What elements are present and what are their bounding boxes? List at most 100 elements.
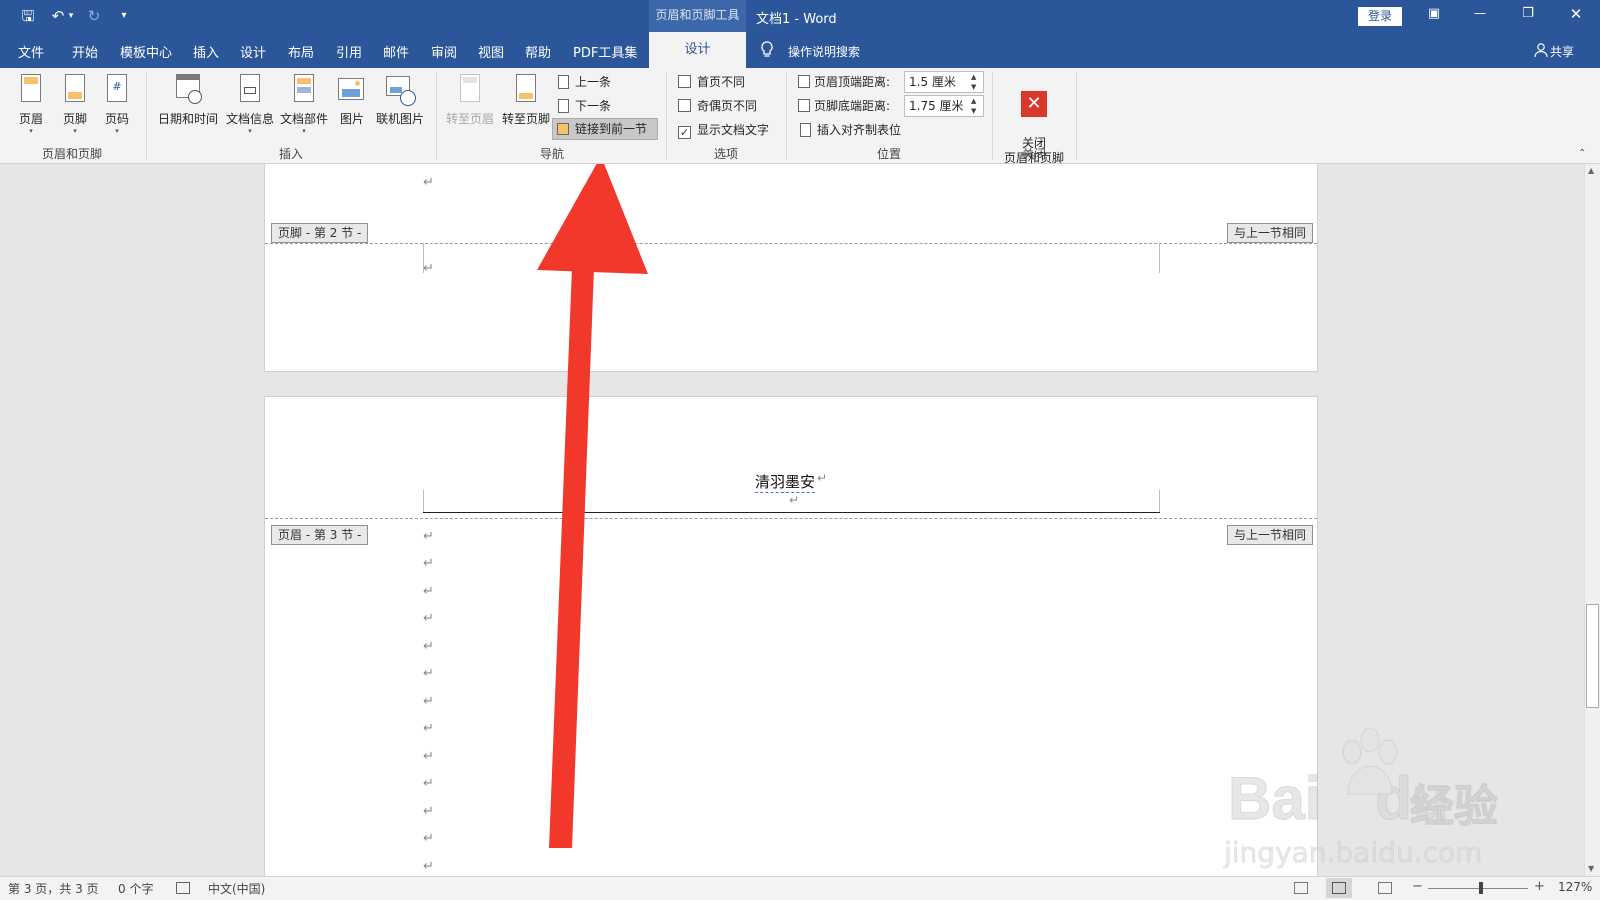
- print-layout-icon-bg[interactable]: [1326, 878, 1352, 898]
- tab-references[interactable]: 引用: [336, 42, 362, 61]
- undo-icon[interactable]: ↶: [48, 6, 68, 26]
- zoom-slider-thumb[interactable]: [1479, 882, 1484, 894]
- tab-pdf-tools[interactable]: PDF工具集: [573, 42, 637, 61]
- date-time-label: 日期和时间: [157, 112, 218, 126]
- goto-header-button[interactable]: 转至页眉: [444, 74, 496, 127]
- header-top-distance-input[interactable]: 1.5 厘米 ▲ ▼: [904, 71, 984, 93]
- redo-icon[interactable]: ↻: [84, 6, 104, 26]
- group-separator: [992, 72, 993, 160]
- link-to-previous-button[interactable]: 链接到前一节: [552, 118, 658, 140]
- scroll-up-icon[interactable]: ▲: [1588, 166, 1594, 175]
- undo-dropdown-icon[interactable]: ▾: [66, 6, 76, 26]
- vertical-scrollbar[interactable]: ▲ ▼: [1584, 164, 1600, 876]
- group-label-header-footer: 页眉和页脚: [41, 147, 102, 161]
- alignment-tab-icon: [800, 123, 811, 137]
- group-label-close: 关闭: [1021, 147, 1046, 161]
- tab-insert[interactable]: 插入: [193, 42, 219, 61]
- save-icon[interactable]: 🖫: [18, 6, 38, 26]
- tab-layout[interactable]: 布局: [288, 42, 314, 61]
- show-document-text-checkbox[interactable]: ✓: [678, 126, 691, 139]
- different-first-page-checkbox[interactable]: [678, 75, 691, 88]
- tab-help[interactable]: 帮助: [525, 42, 551, 61]
- header-icon: [17, 74, 45, 106]
- footer-icon: [61, 74, 89, 106]
- spin-arrows-icon[interactable]: ▲ ▼: [971, 72, 981, 92]
- header-button[interactable]: 页眉 ▾: [16, 74, 46, 135]
- picture-icon: [338, 74, 366, 106]
- tab-mailings[interactable]: 邮件: [383, 42, 409, 61]
- lightbulb-icon: [760, 41, 776, 59]
- minimize-icon[interactable]: —: [1470, 6, 1490, 26]
- ribbon-display-options-icon[interactable]: ▣: [1424, 6, 1444, 26]
- insert-alignment-tab-button[interactable]: 插入对齐制表位: [800, 121, 901, 138]
- login-button[interactable]: 登录: [1358, 7, 1402, 26]
- share-button[interactable]: 共享: [1550, 43, 1574, 60]
- footer-bottom-distance-label-row: 页脚底端距离:: [798, 97, 890, 114]
- page-number-icon: #: [103, 74, 131, 106]
- zoom-slider[interactable]: [1428, 888, 1528, 889]
- header-top-distance-value: 1.5 厘米: [909, 75, 956, 89]
- red-arrow-annotation: [537, 164, 648, 848]
- spin-arrows-icon[interactable]: ▲ ▼: [971, 96, 981, 116]
- tell-me-search[interactable]: 操作说明搜索: [788, 43, 860, 60]
- next-section-button[interactable]: 下一条: [558, 97, 611, 114]
- language-status[interactable]: 中文(中国): [208, 880, 265, 897]
- proofing-icon[interactable]: [176, 882, 190, 894]
- header-top-distance-label-row: 页眉顶端距离:: [798, 73, 890, 90]
- status-bar: 第 3 页，共 3 页 0 个字 中文(中国) − + 127%: [0, 876, 1600, 900]
- tab-review[interactable]: 审阅: [431, 42, 457, 61]
- zoom-out-icon[interactable]: −: [1412, 879, 1423, 894]
- show-document-text-option[interactable]: ✓ 显示文档文字: [678, 121, 769, 139]
- picture-button[interactable]: 图片: [336, 74, 368, 127]
- tab-home[interactable]: 开始: [72, 42, 98, 61]
- footer-bottom-distance-label: 页脚底端距离:: [814, 99, 891, 113]
- next-label: 下一条: [575, 99, 612, 113]
- title-bar: 🖫 ↶ ▾ ↻ ▾ 页眉和页脚工具 文档1 - Word 登录 ▣ — ❐ ✕: [0, 0, 1600, 32]
- previous-icon: [558, 75, 569, 89]
- document-info-label: 文档信息: [225, 112, 274, 126]
- next-icon: [558, 99, 569, 113]
- goto-header-icon: [456, 74, 484, 106]
- document-title: 文档1 - Word: [756, 12, 837, 27]
- date-time-button[interactable]: 日期和时间: [156, 74, 220, 127]
- tab-template-center[interactable]: 模板中心: [120, 42, 172, 61]
- tab-design[interactable]: 设计: [240, 42, 266, 61]
- header-top-distance-label: 页眉顶端距离:: [814, 75, 891, 89]
- close-red-x-icon: ✕: [1021, 91, 1047, 117]
- word-count-status[interactable]: 0 个字: [118, 880, 153, 897]
- zoom-in-icon[interactable]: +: [1534, 879, 1545, 894]
- quick-parts-button[interactable]: 文档部件 ▾: [278, 74, 330, 135]
- read-mode-icon[interactable]: [1294, 882, 1308, 894]
- online-picture-button[interactable]: 联机图片: [374, 74, 426, 127]
- different-odd-even-option[interactable]: 奇偶页不同: [678, 97, 757, 114]
- group-separator: [786, 72, 787, 160]
- close-window-icon[interactable]: ✕: [1566, 5, 1586, 25]
- tab-header-footer-design[interactable]: 设计: [649, 32, 746, 68]
- goto-footer-button[interactable]: 转至页脚: [500, 74, 552, 127]
- collapse-ribbon-icon[interactable]: ⌃: [1578, 148, 1586, 159]
- page-count-status[interactable]: 第 3 页，共 3 页: [8, 880, 99, 897]
- different-odd-even-label: 奇偶页不同: [697, 99, 758, 113]
- insert-alignment-tab-label: 插入对齐制表位: [817, 123, 902, 137]
- restore-icon[interactable]: ❐: [1518, 6, 1538, 26]
- customize-qat-icon[interactable]: ▾: [114, 6, 134, 26]
- scroll-thumb[interactable]: [1586, 604, 1599, 708]
- zoom-level[interactable]: 127%: [1558, 880, 1592, 894]
- group-separator: [1076, 72, 1077, 160]
- footer-bottom-distance-input[interactable]: 1.75 厘米 ▲ ▼: [904, 95, 984, 117]
- previous-label: 上一条: [575, 75, 612, 89]
- scroll-down-icon[interactable]: ▼: [1588, 864, 1594, 873]
- previous-section-button[interactable]: 上一条: [558, 73, 611, 90]
- tab-view[interactable]: 视图: [478, 42, 504, 61]
- ribbon-tabs: 文件 开始 模板中心 插入 设计 布局 引用 邮件 审阅 视图 帮助 PDF工具…: [0, 32, 1600, 68]
- different-odd-even-checkbox[interactable]: [678, 99, 691, 112]
- footer-position-icon: [798, 99, 810, 112]
- web-layout-icon[interactable]: [1378, 882, 1392, 894]
- page-number-button[interactable]: # 页码 ▾: [102, 74, 132, 135]
- footer-button[interactable]: 页脚 ▾: [60, 74, 90, 135]
- different-first-page-option[interactable]: 首页不同: [678, 73, 745, 90]
- tab-file[interactable]: 文件: [18, 42, 44, 61]
- document-info-button[interactable]: 文档信息 ▾: [224, 74, 276, 135]
- quick-parts-icon: [290, 74, 318, 106]
- page-number-label: 页码: [104, 112, 129, 126]
